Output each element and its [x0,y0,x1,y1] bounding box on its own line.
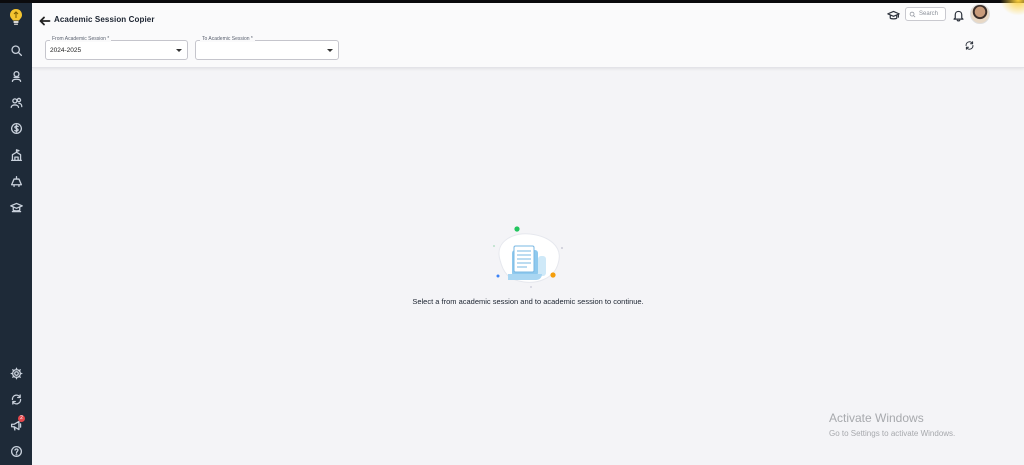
sync-icon [11,393,21,405]
search-placeholder: Search [919,11,939,17]
sidebar-item-announcements[interactable]: 2 [6,415,26,435]
search-icon [10,44,22,56]
refresh-button[interactable] [963,39,976,52]
from-session-label: From Academic Session * [50,36,112,42]
empty-state-message: Select a from academic session and to ac… [412,297,644,306]
page-header: Academic Session Copier From Academic Se… [32,3,1024,68]
from-session-value: 2024-2025 [50,47,82,54]
to-session-label: To Academic Session * [200,36,255,42]
chevron-down-icon [176,49,182,52]
back-button[interactable] [39,14,51,26]
search-icon [909,11,916,18]
graduation-cap-icon [887,10,900,20]
chevron-down-icon [327,49,333,52]
arrow-left-icon [39,16,51,26]
watermark-title: Activate Windows [829,411,924,425]
sidebar: 2 [0,3,32,465]
sidebar-item-finance[interactable] [6,118,26,138]
users-icon [10,97,22,108]
sidebar-item-sync[interactable] [6,389,26,409]
sidebar-item-help[interactable] [6,441,26,461]
help-icon [10,445,22,457]
sidebar-item-transport[interactable] [6,171,26,191]
sidebar-item-students[interactable] [6,66,26,86]
dollar-icon [10,122,22,134]
avatar[interactable] [970,4,990,24]
sidebar-item-search[interactable] [6,40,26,60]
sidebar-item-institution[interactable] [6,145,26,165]
windows-activation-watermark: Activate Windows Go to Settings to activ… [829,411,955,438]
settings-icon [10,367,22,379]
search-input[interactable]: Search [905,7,946,21]
to-session-select[interactable]: To Academic Session * [195,36,339,60]
student-icon [11,70,21,82]
academic-switch-button[interactable] [887,9,900,22]
from-session-select[interactable]: From Academic Session * 2024-2025 [45,36,188,60]
page-title: Academic Session Copier [54,15,155,24]
notification-badge: 2 [18,415,25,422]
bell-icon [953,10,964,22]
transport-icon [10,175,22,187]
sidebar-item-academics[interactable] [6,197,26,217]
watermark-subtitle: Go to Settings to activate Windows. [829,429,956,438]
sidebar-item-settings[interactable] [6,363,26,383]
corner-glow [995,0,1024,20]
refresh-icon [965,41,974,50]
building-icon [10,148,22,161]
graduation-icon [9,202,23,212]
app-logo-icon[interactable] [8,8,24,26]
notifications-button[interactable] [952,9,965,22]
empty-state-illustration [493,226,563,288]
sidebar-item-users[interactable] [6,92,26,112]
